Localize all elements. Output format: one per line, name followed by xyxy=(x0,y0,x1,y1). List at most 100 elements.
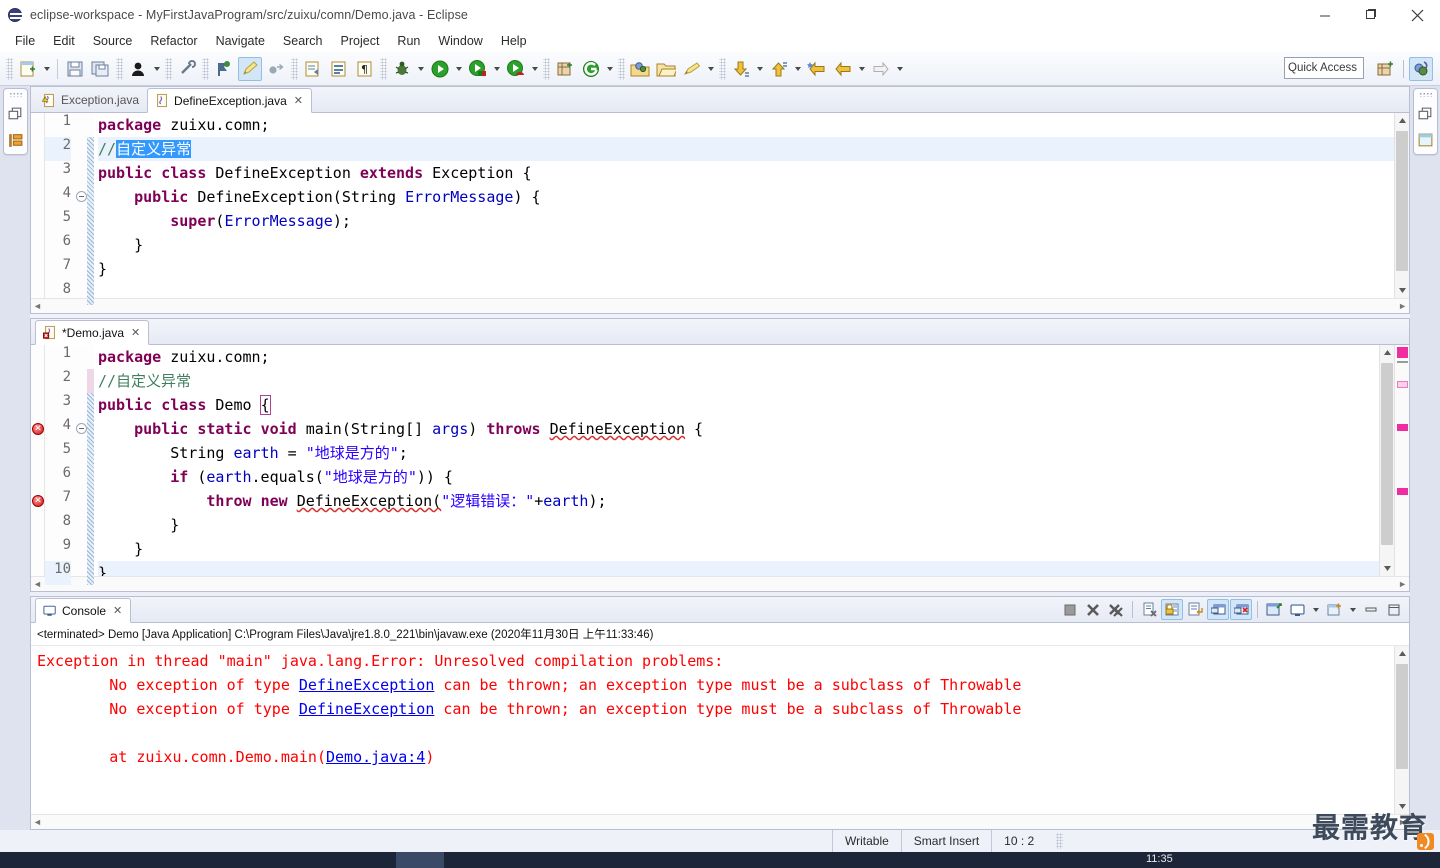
folding-ruler-bottom[interactable] xyxy=(75,345,87,576)
menu-edit[interactable]: Edit xyxy=(44,32,84,50)
back-arrow-icon[interactable] xyxy=(831,57,855,81)
up-arrow-dropdown-icon[interactable] xyxy=(792,57,804,81)
toolbar-grip-9[interactable] xyxy=(719,57,726,80)
code-line[interactable]: super(ErrorMessage); xyxy=(98,209,1394,233)
remove-all-icon[interactable] xyxy=(1105,599,1127,620)
down-arrow-dropdown-icon[interactable] xyxy=(754,57,766,81)
toolbar-grip-3[interactable] xyxy=(165,57,172,80)
menu-search[interactable]: Search xyxy=(274,32,332,50)
word-wrap-icon[interactable] xyxy=(1184,599,1206,620)
scroll-right-icon[interactable]: ► xyxy=(1398,579,1407,589)
code-line[interactable]: public class DefineException extends Exc… xyxy=(98,161,1394,185)
clear-console-icon[interactable] xyxy=(1138,599,1160,620)
scroll-left-icon[interactable]: ◄ xyxy=(33,579,42,589)
code-line[interactable]: } xyxy=(98,561,1379,576)
minimize-icon[interactable] xyxy=(1360,599,1382,620)
package-icon[interactable] xyxy=(579,57,603,81)
left-stack-grip[interactable] xyxy=(8,92,22,97)
close-icon[interactable]: ✕ xyxy=(113,604,122,617)
editor-bottom-hscrollbar[interactable]: ◄ ► xyxy=(31,576,1409,591)
code-line[interactable]: public static void main(String[] args) t… xyxy=(98,417,1379,441)
open-console-dropdown-icon[interactable] xyxy=(1346,599,1359,620)
editor-top-hscrollbar[interactable]: ◄ ► xyxy=(31,298,1409,313)
fold-toggle-icon[interactable] xyxy=(76,191,87,202)
toolbar-grip-5[interactable] xyxy=(291,57,298,80)
menu-project[interactable]: Project xyxy=(332,32,389,50)
back-dropdown-icon[interactable] xyxy=(856,57,868,81)
stop-icon[interactable] xyxy=(1059,599,1081,620)
overview-mark[interactable] xyxy=(1397,488,1408,495)
profile-icon[interactable] xyxy=(504,57,528,81)
menu-source[interactable]: Source xyxy=(84,32,142,50)
code-line[interactable]: } xyxy=(98,537,1379,561)
code-line[interactable]: } xyxy=(98,233,1394,257)
code-line[interactable]: if (earth.equals("地球是方的")) { xyxy=(98,465,1379,489)
scroll-thumb[interactable] xyxy=(1396,131,1408,271)
source-editor-bottom[interactable]: package zuixu.comn; //自定义异常 public class D… xyxy=(94,345,1379,576)
open-console-icon[interactable] xyxy=(1323,599,1345,620)
outline-icon[interactable] xyxy=(1417,132,1434,149)
status-grip[interactable] xyxy=(1056,833,1064,849)
menu-file[interactable]: File xyxy=(6,32,44,50)
error-marker-icon[interactable]: ✕ xyxy=(32,495,44,507)
remove-icon[interactable] xyxy=(1082,599,1104,620)
overview-mark[interactable] xyxy=(1397,381,1408,388)
run-icon[interactable] xyxy=(428,57,452,81)
save-icon[interactable] xyxy=(63,57,87,81)
profile-dropdown-icon[interactable] xyxy=(529,57,541,81)
coverage-icon[interactable] xyxy=(466,57,490,81)
new-perspective-icon[interactable] xyxy=(1374,57,1398,81)
code-line[interactable]: public DefineException(String ErrorMessa… xyxy=(98,185,1394,209)
code-line[interactable]: } xyxy=(98,257,1394,281)
close-icon[interactable]: ✕ xyxy=(294,94,303,107)
menu-refactor[interactable]: Refactor xyxy=(141,32,206,50)
overview-ruler-bottom[interactable] xyxy=(1394,345,1409,576)
tab-demo-java[interactable]: *Demo.java ✕ xyxy=(35,320,150,345)
overview-mark[interactable] xyxy=(1397,424,1408,431)
overview-error-summary[interactable] xyxy=(1397,347,1408,358)
code-line[interactable]: String earth = "地球是方的"; xyxy=(98,441,1379,465)
code-line[interactable]: //自定义异常 xyxy=(98,137,1394,161)
person-dropdown-icon[interactable] xyxy=(151,57,163,81)
annotation-ruler-top[interactable] xyxy=(31,113,45,298)
package-explorer-icon[interactable] xyxy=(7,132,24,149)
code-line[interactable] xyxy=(98,281,1394,298)
error-marker-icon[interactable]: ✕ xyxy=(32,423,44,435)
menu-navigate[interactable]: Navigate xyxy=(207,32,274,50)
console-link[interactable]: DefineException xyxy=(299,676,434,694)
console-link[interactable]: Demo.java:4 xyxy=(326,748,425,766)
up-arrow-icon[interactable] xyxy=(767,57,791,81)
show-error-icon[interactable] xyxy=(1230,599,1252,620)
close-icon[interactable]: ✕ xyxy=(131,326,140,339)
minimize-button[interactable] xyxy=(1302,0,1348,30)
folding-ruler-top[interactable] xyxy=(75,113,87,298)
code-line[interactable]: } xyxy=(98,513,1379,537)
scroll-down-icon[interactable] xyxy=(1395,283,1409,298)
tab-exception-java[interactable]: ! Exception.java xyxy=(35,88,147,112)
tab-console[interactable]: Console ✕ xyxy=(35,598,132,623)
maximize-button[interactable] xyxy=(1348,0,1394,30)
console-vscrollbar[interactable] xyxy=(1394,646,1409,814)
code-line[interactable]: package zuixu.comn; xyxy=(98,345,1379,369)
toolbar-grip-2[interactable] xyxy=(116,57,123,80)
coverage-dropdown-icon[interactable] xyxy=(491,57,503,81)
new-file-icon[interactable] xyxy=(16,57,40,81)
back-star-icon[interactable] xyxy=(805,57,829,81)
mark-occurrences-icon[interactable] xyxy=(212,57,236,81)
menu-window[interactable]: Window xyxy=(429,32,491,50)
link-icon[interactable] xyxy=(264,57,288,81)
scroll-up-icon[interactable] xyxy=(1395,646,1409,661)
scroll-thumb[interactable] xyxy=(1396,664,1408,769)
scroll-right-icon[interactable]: ► xyxy=(1398,301,1407,311)
code-line[interactable]: public class Demo { xyxy=(98,393,1379,417)
toolbar-grip-8[interactable] xyxy=(618,57,625,80)
source-editor-top[interactable]: package zuixu.comn;//自定义异常 public class D… xyxy=(94,113,1394,298)
display-console-icon[interactable] xyxy=(1286,599,1308,620)
console-link[interactable]: DefineException xyxy=(299,700,434,718)
console-output[interactable]: Exception in thread "main" java.lang.Err… xyxy=(31,646,1394,814)
editor-top-vscrollbar[interactable] xyxy=(1394,113,1409,298)
scroll-up-icon[interactable] xyxy=(1380,345,1394,360)
toolbar-grip-6[interactable] xyxy=(380,57,387,80)
project-icon[interactable] xyxy=(553,57,577,81)
scroll-thumb[interactable] xyxy=(1381,363,1393,545)
